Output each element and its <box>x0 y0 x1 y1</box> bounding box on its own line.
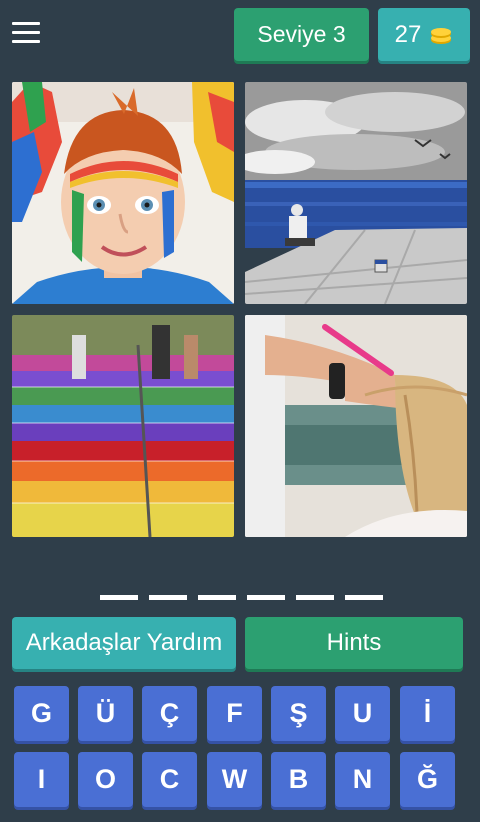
coin-count: 27 <box>394 20 422 48</box>
letter-key-label: İ <box>423 698 432 728</box>
menu-icon[interactable] <box>12 22 40 46</box>
clue-image-hair-dyeing <box>245 315 467 537</box>
letter-key[interactable]: İ <box>400 686 455 741</box>
letter-key[interactable]: Ş <box>271 686 326 741</box>
coins-badge[interactable]: 27 <box>378 8 470 61</box>
letter-key-label: I <box>37 764 46 794</box>
clue-image-painter-sea <box>245 82 467 304</box>
answer-slot[interactable] <box>198 595 236 600</box>
letter-key[interactable]: C <box>142 752 197 807</box>
letter-key-label: Ş <box>289 698 308 728</box>
level-badge[interactable]: Seviye 3 <box>234 8 369 61</box>
answer-slots <box>100 595 390 601</box>
clue-image-boy-painted-face <box>12 82 234 304</box>
letter-key[interactable]: N <box>335 752 390 807</box>
letter-key-label: Ç <box>159 698 180 728</box>
letter-key[interactable]: W <box>207 752 262 807</box>
friends-help-label: Arkadaşlar Yardım <box>25 629 223 656</box>
letter-key-label: Ü <box>95 698 116 728</box>
letter-key-label: U <box>352 698 373 728</box>
letter-key[interactable]: Ç <box>142 686 197 741</box>
letter-key-label: Ğ <box>416 764 438 794</box>
letter-key[interactable]: I <box>14 752 69 807</box>
answer-slot[interactable] <box>345 595 383 600</box>
letter-key[interactable]: U <box>335 686 390 741</box>
answer-slot[interactable] <box>149 595 187 600</box>
letter-key-label: C <box>159 764 180 794</box>
letter-key-label: F <box>226 698 243 728</box>
letter-key[interactable]: G <box>14 686 69 741</box>
letter-key-label: N <box>352 764 373 794</box>
hints-button[interactable]: Hints <box>245 617 463 669</box>
letter-key[interactable]: Ü <box>78 686 133 741</box>
friends-help-button[interactable]: Arkadaşlar Yardım <box>12 617 236 669</box>
answer-slot[interactable] <box>247 595 285 600</box>
letter-key[interactable]: O <box>78 752 133 807</box>
letter-key-label: G <box>30 698 52 728</box>
answer-slot[interactable] <box>100 595 138 600</box>
hints-label: Hints <box>326 629 382 656</box>
letter-key-label: W <box>221 764 248 794</box>
letter-key[interactable]: F <box>207 686 262 741</box>
letter-key[interactable]: B <box>271 752 326 807</box>
clue-image-rainbow-stairs <box>12 315 234 537</box>
coin-stack-icon <box>431 27 452 44</box>
letter-key-label: O <box>94 764 116 794</box>
level-label: Seviye 3 <box>257 21 346 47</box>
letter-key[interactable]: Ğ <box>400 752 455 807</box>
letter-key-label: B <box>288 764 309 794</box>
answer-slot[interactable] <box>296 595 334 600</box>
